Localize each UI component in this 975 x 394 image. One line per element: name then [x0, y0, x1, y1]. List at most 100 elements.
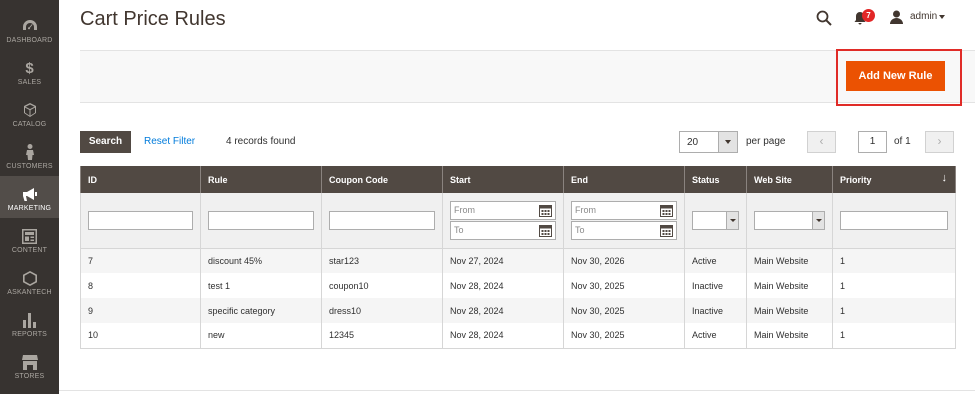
cell-priority: 1	[832, 298, 956, 323]
cell-start: Nov 28, 2024	[442, 298, 564, 323]
date-placeholder: To	[454, 224, 464, 235]
cell-website: Main Website	[746, 298, 833, 323]
column-header-status[interactable]: Status	[684, 166, 747, 193]
filter-id-input[interactable]	[88, 210, 193, 230]
chevron-down-icon	[725, 140, 731, 144]
sidebar-item-label: ASKANTECH	[7, 289, 52, 296]
per-page-label: per page	[746, 136, 786, 147]
cell-priority: 1	[832, 248, 956, 273]
dollar-icon: $	[25, 59, 34, 77]
cell-status: Inactive	[684, 273, 747, 298]
filter-end-from-input[interactable]: From	[571, 200, 677, 220]
filter-status-select[interactable]	[692, 210, 739, 230]
sidebar-item-stores[interactable]: STORES	[0, 344, 59, 386]
column-header-rule[interactable]: Rule	[200, 166, 322, 193]
calendar-icon[interactable]	[660, 224, 673, 237]
table-row[interactable]: 7 discount 45% star123 Nov 27, 2024 Nov …	[80, 248, 956, 273]
cell-id: 8	[80, 273, 201, 298]
dropdown-button[interactable]	[726, 211, 738, 229]
sidebar-item-sales[interactable]: $ SALES	[0, 50, 59, 92]
cell-start: Nov 27, 2024	[442, 248, 564, 273]
sidebar-item-content[interactable]: CONTENT	[0, 218, 59, 260]
sidebar-item-reports[interactable]: REPORTS	[0, 302, 59, 344]
cell-rule: discount 45%	[200, 248, 322, 273]
calendar-icon[interactable]	[660, 204, 673, 217]
column-header-label: Priority	[840, 174, 872, 185]
per-page-value: 20	[687, 137, 699, 148]
bar-chart-icon	[0, 312, 59, 328]
filter-rule-input[interactable]	[208, 210, 314, 230]
search-button[interactable]: Search	[80, 131, 131, 153]
cell-rule: new	[200, 323, 322, 349]
cell-status: Inactive	[684, 298, 747, 323]
cell-id: 10	[80, 323, 201, 349]
filter-priority-input[interactable]	[840, 210, 948, 230]
sort-down-icon[interactable]: ↓	[942, 172, 948, 184]
cell-priority: 1	[832, 273, 956, 298]
chevron-down-icon[interactable]	[939, 15, 945, 19]
cell-coupon: 12345	[321, 323, 443, 349]
filter-start-to-input[interactable]: To	[450, 220, 556, 240]
next-page-button[interactable]: ›	[925, 131, 954, 153]
cube-icon	[0, 102, 59, 118]
sidebar-item-askantech[interactable]: ASKANTECH	[0, 260, 59, 302]
date-placeholder: From	[454, 204, 475, 215]
column-header-end[interactable]: End	[563, 166, 685, 193]
records-found-count: 4 records found	[226, 136, 296, 147]
column-header-id[interactable]: ID	[80, 166, 201, 193]
column-header-priority[interactable]: Priority ↓	[832, 166, 956, 193]
filter-coupon-code-input[interactable]	[329, 210, 435, 230]
admin-sidebar: DASHBOARD $ SALES CATALOG CUSTOMERS MARK…	[0, 0, 59, 394]
sidebar-item-catalog[interactable]: CATALOG	[0, 92, 59, 134]
table-row[interactable]: 9 specific category dress10 Nov 28, 2024…	[80, 298, 956, 323]
footer-divider	[59, 390, 975, 391]
reset-filter-link[interactable]: Reset Filter	[144, 136, 195, 147]
store-icon	[0, 354, 59, 370]
person-icon	[0, 144, 59, 160]
cell-coupon: coupon10	[321, 273, 443, 298]
column-header-web-site[interactable]: Web Site	[746, 166, 833, 193]
cell-coupon: dress10	[321, 298, 443, 323]
date-placeholder: From	[575, 204, 596, 215]
search-icon[interactable]	[816, 10, 832, 26]
cell-status: Active	[684, 323, 747, 349]
sidebar-item-label: CONTENT	[11, 247, 48, 254]
per-page-select[interactable]: 20	[679, 131, 738, 153]
sidebar-item-marketing[interactable]: MARKETING	[0, 176, 59, 218]
column-header-start[interactable]: Start	[442, 166, 564, 193]
column-header-coupon-code[interactable]: Coupon Code	[321, 166, 443, 193]
chevron-down-icon	[730, 218, 736, 222]
cell-coupon: star123	[321, 248, 443, 273]
calendar-icon[interactable]	[539, 204, 552, 217]
filter-end-to-input[interactable]: To	[571, 220, 677, 240]
cell-rule: test 1	[200, 273, 322, 298]
cell-website: Main Website	[746, 273, 833, 298]
hexagon-icon	[0, 270, 59, 286]
sidebar-item-customers[interactable]: CUSTOMERS	[0, 134, 59, 176]
previous-page-button[interactable]: ‹	[807, 131, 836, 153]
sidebar-item-label: SALES	[17, 79, 42, 86]
notification-count-badge[interactable]: 7	[862, 9, 875, 22]
table-row[interactable]: 10 new 12345 Nov 28, 2024 Nov 30, 2025 A…	[80, 323, 956, 349]
cell-start: Nov 28, 2024	[442, 323, 564, 349]
filter-website-select[interactable]	[754, 210, 825, 230]
calendar-icon[interactable]	[539, 224, 552, 237]
megaphone-icon	[0, 186, 59, 202]
table-row[interactable]: 8 test 1 coupon10 Nov 28, 2024 Nov 30, 2…	[80, 273, 956, 298]
user-icon[interactable]	[890, 10, 903, 24]
sidebar-item-label: CATALOG	[12, 121, 47, 128]
filter-start-from-input[interactable]: From	[450, 200, 556, 220]
user-menu-name[interactable]: admin	[910, 11, 937, 22]
cell-priority: 1	[832, 323, 956, 349]
per-page-dropdown-button[interactable]	[718, 132, 737, 152]
sidebar-item-label: MARKETING	[7, 205, 52, 212]
cell-end: Nov 30, 2025	[563, 273, 685, 298]
sidebar-item-label: STORES	[14, 373, 45, 380]
cell-website: Main Website	[746, 323, 833, 349]
current-page-input[interactable]: 1	[858, 131, 887, 153]
grid-header-row: ID Rule Coupon Code Start End Status Web…	[80, 166, 956, 193]
dropdown-button[interactable]	[812, 211, 824, 229]
sidebar-item-dashboard[interactable]: DASHBOARD	[0, 8, 59, 50]
cell-end: Nov 30, 2025	[563, 298, 685, 323]
add-new-rule-button[interactable]: Add New Rule	[846, 61, 945, 91]
